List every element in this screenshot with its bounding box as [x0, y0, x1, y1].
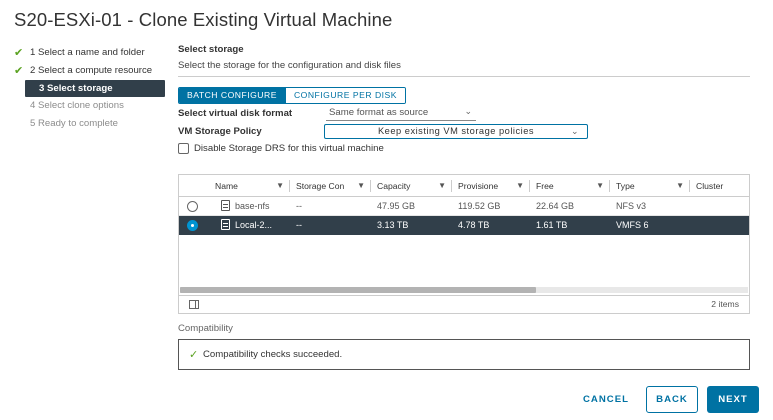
checkmark-icon: ✔	[14, 65, 24, 77]
table-row[interactable]: base-nfs -- 47.95 GB 119.52 GB 22.64 GB …	[179, 197, 749, 216]
section-subtitle: Select the storage for the configuration…	[178, 60, 401, 71]
column-header-capacity[interactable]: Capacity ▼	[371, 175, 451, 197]
compatibility-message: Compatibility checks succeeded.	[203, 349, 343, 360]
column-header-name[interactable]: Name ▼	[209, 175, 289, 197]
datastore-grid: Name ▼ Storage Con ▼ Capacity ▼ Provisione ▼…	[178, 174, 750, 314]
table-row[interactable]: Local-2... -- 3.13 TB 4.78 TB 1.61 TB VM…	[179, 216, 749, 235]
filter-icon[interactable]: ▼	[357, 175, 365, 197]
scrollbar-thumb[interactable]	[180, 287, 536, 293]
filter-icon[interactable]: ▼	[596, 175, 604, 197]
next-button[interactable]: NEXT	[707, 386, 759, 413]
divider	[178, 76, 750, 77]
chevron-down-icon: ⌄	[464, 106, 472, 116]
step-select-name[interactable]: ✔ 1 Select a name and folder	[13, 44, 165, 62]
column-header-free[interactable]: Free ▼	[530, 175, 609, 197]
step-select-compute[interactable]: ✔ 2 Select a compute resource	[13, 62, 165, 80]
filter-icon[interactable]: ▼	[676, 175, 684, 197]
cell-free: 22.64 GB	[536, 201, 575, 211]
grid-header: Name ▼ Storage Con ▼ Capacity ▼ Provisione ▼…	[179, 175, 749, 197]
filter-icon[interactable]: ▼	[516, 175, 524, 197]
column-header-storage-compat[interactable]: Storage Con ▼	[290, 175, 370, 197]
item-count: 2 items	[711, 299, 739, 309]
cell-storage-compat: --	[296, 201, 302, 211]
step-ready-to-complete: 5 Ready to complete	[13, 115, 165, 133]
step-label: 4 Select clone options	[30, 100, 124, 111]
column-toggle-icon[interactable]	[189, 300, 199, 309]
disable-drs-checkbox[interactable]	[178, 143, 189, 154]
section-title: Select storage	[178, 44, 244, 55]
back-button[interactable]: BACK	[646, 386, 698, 413]
column-header-type[interactable]: Type ▼	[610, 175, 689, 197]
cell-name: Local-2...	[215, 216, 289, 235]
cell-provisioned: 4.78 TB	[458, 220, 490, 230]
disk-format-label: Select virtual disk format	[178, 108, 293, 119]
cell-free: 1.61 TB	[536, 220, 568, 230]
datastore-icon	[221, 200, 230, 211]
disable-drs-label: Disable Storage DRS for this virtual mac…	[194, 143, 384, 154]
cell-storage-compat: --	[296, 220, 302, 230]
datastore-icon	[221, 219, 230, 230]
storage-policy-select[interactable]: Keep existing VM storage policies ⌄	[324, 124, 588, 139]
disk-format-value: Same format as source	[329, 107, 429, 118]
compatibility-box: ✓ Compatibility checks succeeded.	[178, 339, 750, 370]
step-select-storage[interactable]: 3 Select storage	[25, 80, 165, 97]
column-header-cluster[interactable]: Cluster	[690, 175, 749, 197]
cell-name: base-nfs	[215, 197, 289, 216]
step-label: 1 Select a name and folder	[30, 47, 145, 58]
step-clone-options: 4 Select clone options	[13, 97, 165, 115]
compatibility-label: Compatibility	[178, 323, 233, 334]
step-label: 5 Ready to complete	[30, 118, 118, 129]
checkmark-icon: ✔	[14, 47, 24, 59]
cancel-button[interactable]: CANCEL	[575, 386, 637, 413]
cell-type: VMFS 6	[616, 220, 649, 230]
cell-provisioned: 119.52 GB	[458, 201, 501, 211]
storage-policy-label: VM Storage Policy	[178, 126, 262, 137]
configure-mode-toggle: BATCH CONFIGURE CONFIGURE PER DISK	[178, 87, 407, 104]
cell-capacity: 3.13 TB	[377, 220, 409, 230]
cell-capacity: 47.95 GB	[377, 201, 416, 211]
configure-per-disk-button[interactable]: CONFIGURE PER DISK	[284, 88, 406, 103]
dialog-title: S20-ESXi-01 - Clone Existing Virtual Mac…	[14, 9, 393, 30]
row-radio[interactable]	[187, 220, 198, 231]
checkmark-icon: ✓	[189, 349, 199, 361]
storage-policy-value: Keep existing VM storage policies	[377, 126, 535, 136]
batch-configure-button[interactable]: BATCH CONFIGURE	[179, 88, 285, 103]
chevron-down-icon: ⌄	[570, 126, 579, 136]
column-header-provisioned[interactable]: Provisione ▼	[452, 175, 529, 197]
step-label: 2 Select a compute resource	[30, 65, 153, 76]
filter-icon[interactable]: ▼	[438, 175, 446, 197]
row-radio[interactable]	[187, 201, 198, 212]
disable-drs-row: Disable Storage DRS for this virtual mac…	[178, 143, 384, 154]
horizontal-scrollbar[interactable]	[180, 287, 748, 293]
cell-type: NFS v3	[616, 201, 647, 211]
disk-format-select[interactable]: Same format as source ⌄	[326, 106, 476, 121]
grid-footer: 2 items	[179, 295, 749, 313]
filter-icon[interactable]: ▼	[276, 175, 284, 197]
wizard-steps: ✔ 1 Select a name and folder ✔ 2 Select …	[13, 44, 165, 133]
step-label: 3 Select storage	[39, 83, 113, 94]
